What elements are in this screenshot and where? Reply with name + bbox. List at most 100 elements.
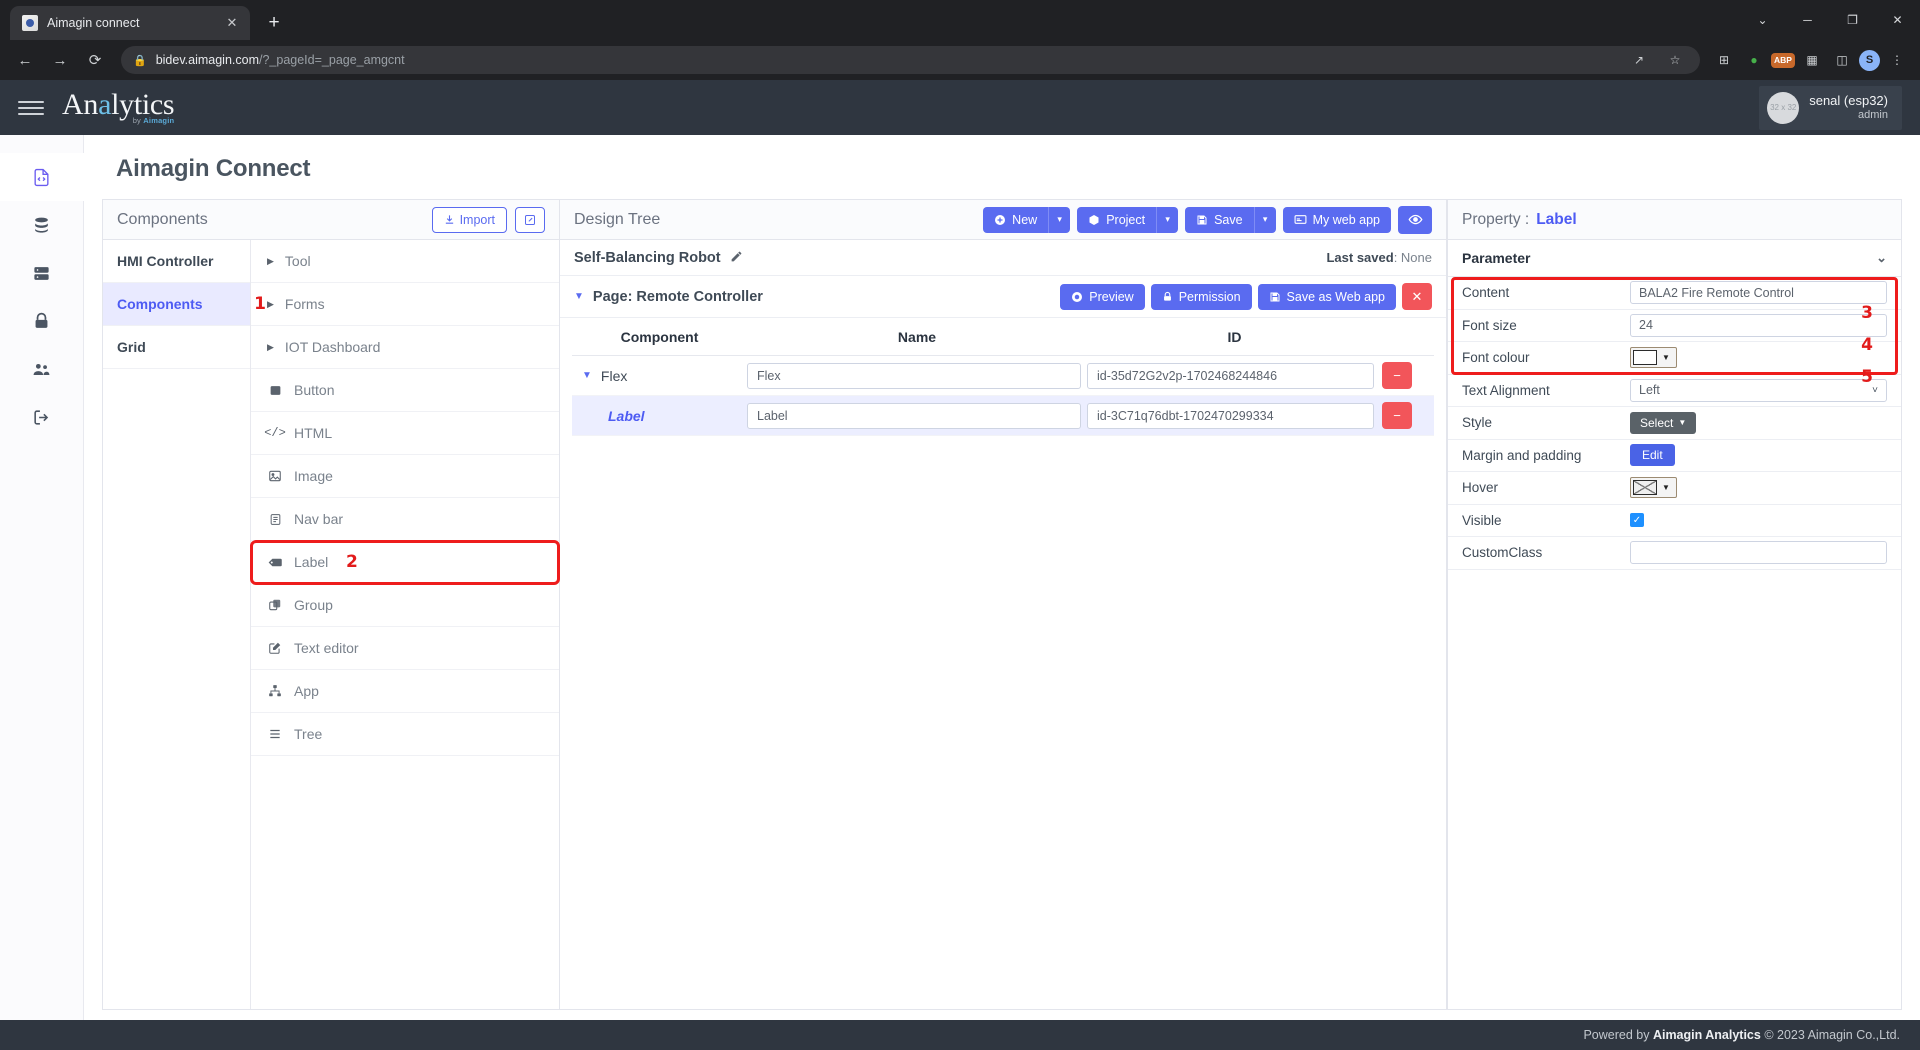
new-tab-button[interactable]: +	[260, 9, 288, 37]
component-item-nav-bar[interactable]: Nav bar	[251, 498, 559, 541]
component-item-forms[interactable]: ▶ Forms	[251, 283, 559, 326]
parameter-section-label: Parameter	[1462, 250, 1531, 266]
component-item-label[interactable]: Label 2	[250, 540, 560, 585]
id-input[interactable]: id-3C71q76dbt-1702470299334	[1087, 402, 1374, 429]
address-bar[interactable]: 🔒 bidev.aimagin.com/?_pageId=_page_amgcn…	[121, 46, 1700, 74]
caret-down-icon[interactable]: ▼	[1657, 353, 1674, 362]
sidebar-item-lock[interactable]	[0, 297, 84, 345]
project-button[interactable]: Project	[1077, 206, 1157, 233]
translate-icon[interactable]: ⊞	[1711, 47, 1737, 73]
sidepanel-icon[interactable]: ◫	[1829, 47, 1855, 73]
component-item-tool[interactable]: ▶ Tool	[251, 240, 559, 283]
profile-avatar-icon[interactable]: S	[1859, 49, 1880, 71]
reload-icon[interactable]: ⟳	[80, 45, 110, 75]
page-title: Aimagin Connect	[116, 155, 311, 182]
component-item-iot-dashboard[interactable]: ▶ IOT Dashboard	[251, 326, 559, 369]
property-panel: Property : Label Parameter ⌄ Content BALA2…	[1447, 199, 1902, 1010]
project-dropdown-caret[interactable]: ▾	[1156, 206, 1179, 233]
page-expander-icon[interactable]: ▼	[574, 291, 584, 302]
browser-tab[interactable]: Aimagin connect ✕	[10, 6, 250, 40]
preview-button[interactable]: Preview	[1060, 283, 1145, 310]
property-row-customclass: CustomClass	[1448, 537, 1901, 570]
property-label: Font colour	[1462, 350, 1530, 366]
font-size-input[interactable]: 24	[1630, 313, 1887, 337]
category-item-components[interactable]: Components 1	[103, 283, 266, 326]
browser-chevron-icon[interactable]: ⌄	[1740, 3, 1785, 37]
sidebar-item-file-code[interactable]	[0, 153, 84, 201]
forward-icon[interactable]: →	[45, 45, 75, 75]
user-account-box[interactable]: 32 x 32 senal (esp32) admin	[1759, 85, 1902, 130]
grammarly-icon[interactable]: ●	[1741, 47, 1767, 73]
text-alignment-select[interactable]: Left ˅	[1630, 378, 1887, 402]
close-page-button[interactable]: ✕	[1402, 283, 1432, 310]
eye-icon	[1408, 214, 1422, 225]
no-color-swatch	[1633, 480, 1657, 496]
hover-picker[interactable]: ▼	[1630, 477, 1677, 499]
id-input[interactable]: id-35d72G2v2p-1702468244846	[1087, 362, 1374, 389]
font-colour-picker[interactable]: ▼	[1630, 347, 1677, 369]
visible-checkbox[interactable]: ✓	[1630, 513, 1644, 528]
remove-row-button[interactable]: −	[1382, 402, 1412, 429]
component-item-text-editor[interactable]: Text editor	[251, 627, 559, 670]
new-button-label: New	[1012, 212, 1038, 227]
table-body: ▼ Flex Flex id-35d72G2v2p-1702468244846− Lab…	[572, 356, 1434, 436]
save-as-web-app-button[interactable]: Save as Web app	[1257, 283, 1396, 310]
remove-row-button[interactable]: −	[1382, 362, 1412, 389]
new-button[interactable]: New	[983, 206, 1049, 233]
sidebar-item-server[interactable]	[0, 249, 84, 297]
window-close-button[interactable]: ✕	[1875, 3, 1920, 37]
component-item-label: Image	[294, 468, 333, 484]
bookmark-star-icon[interactable]: ☆	[1662, 47, 1688, 73]
preview-eye-button[interactable]	[1398, 205, 1432, 234]
share-icon[interactable]: ↗	[1626, 47, 1652, 73]
url-text: bidev.aimagin.com/?_pageId=_page_amgcnt	[156, 53, 405, 67]
back-icon[interactable]: ←	[10, 45, 40, 75]
category-item-grid[interactable]: Grid	[103, 326, 250, 369]
component-item-tree[interactable]: Tree	[251, 713, 559, 756]
table-row[interactable]: ▼ Flex Flex id-35d72G2v2p-1702468244846−	[572, 356, 1434, 396]
property-value: ▼	[1630, 477, 1887, 499]
sidebar-item-logout[interactable]	[0, 393, 84, 441]
new-dropdown-caret[interactable]: ▾	[1048, 206, 1071, 233]
parameter-section-header[interactable]: Parameter ⌄	[1448, 240, 1901, 277]
edit-components-button[interactable]	[515, 206, 545, 233]
component-item-app[interactable]: App	[251, 670, 559, 713]
save-dropdown-caret[interactable]: ▾	[1253, 206, 1276, 233]
download-icon	[445, 215, 453, 224]
caret-down-icon[interactable]: ▼	[1657, 483, 1674, 492]
window-minimize-button[interactable]: ─	[1785, 3, 1830, 37]
tab-close-icon[interactable]: ✕	[222, 13, 242, 33]
my-web-app-button[interactable]: My web app	[1282, 206, 1391, 233]
sidebar-item-users[interactable]	[0, 345, 84, 393]
customclass-input[interactable]	[1630, 541, 1887, 565]
component-item-button[interactable]: Button	[251, 369, 559, 412]
pencil-icon[interactable]	[730, 250, 743, 266]
name-input[interactable]: Flex	[747, 362, 1081, 389]
name-input[interactable]: Label	[747, 402, 1081, 429]
margin-and-padding-edit-button[interactable]: Edit	[1630, 444, 1675, 467]
save-button[interactable]: Save	[1185, 206, 1254, 233]
chevron-down-icon[interactable]: ⌄	[1876, 250, 1887, 266]
category-item-hmi-controller[interactable]: HMI Controller	[103, 240, 250, 283]
design-tree-header: Design Tree New ▾ Project ▾ Save ▾ My we…	[560, 200, 1446, 240]
puzzle-extension-icon[interactable]: ▦	[1799, 47, 1825, 73]
component-item-group[interactable]: Group	[251, 584, 559, 627]
footer-text: Powered by Aimagin Analytics © 2023 Aima…	[1583, 1028, 1900, 1042]
app-header: Analytics by Aimagin 32 x 32 senal (esp3…	[0, 80, 1920, 135]
property-row-content: Content BALA2 Fire Remote Control	[1448, 277, 1901, 310]
browser-menu-icon[interactable]: ⋮	[1884, 47, 1910, 73]
eye-circle-icon	[1072, 291, 1083, 302]
row-expander-icon[interactable]: ▼	[582, 370, 592, 381]
component-item-image[interactable]: Image	[251, 455, 559, 498]
import-button[interactable]: Import	[431, 206, 507, 233]
component-item-html[interactable]: </> HTML	[251, 412, 559, 455]
category-label: HMI Controller	[117, 253, 214, 269]
permission-button[interactable]: Permission	[1150, 283, 1252, 310]
hamburger-menu-icon[interactable]	[18, 100, 44, 115]
adblock-icon[interactable]: ABP	[1771, 52, 1795, 68]
sidebar-item-database[interactable]	[0, 201, 84, 249]
content-input[interactable]: BALA2 Fire Remote Control	[1630, 281, 1887, 305]
table-row[interactable]: Label Label id-3C71q76dbt-1702470299334−	[572, 396, 1434, 436]
window-maximize-button[interactable]: ❐	[1830, 3, 1875, 37]
style-select-button[interactable]: Select ▼	[1630, 411, 1697, 434]
